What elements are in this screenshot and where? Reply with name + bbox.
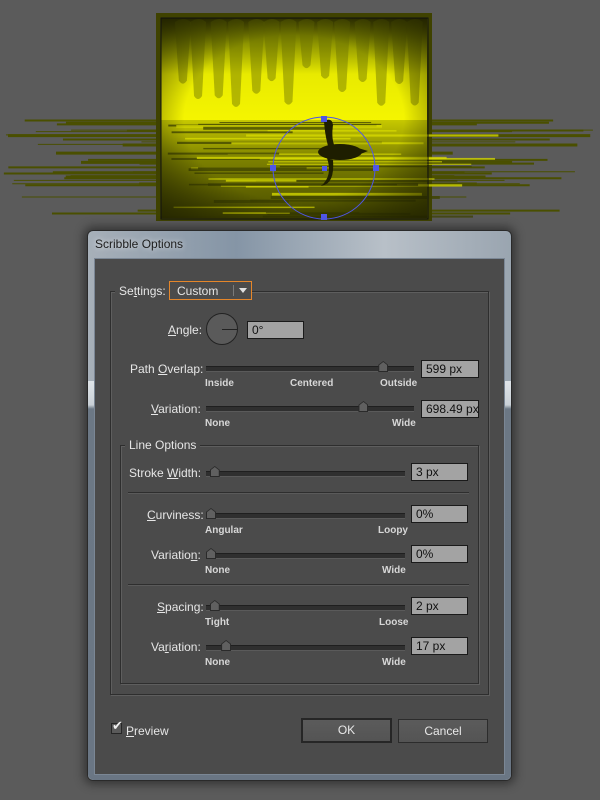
canvas-artwork (3, 13, 593, 221)
spacing-variation-tick-none: None (205, 657, 230, 668)
curviness-variation-tick-none: None (205, 565, 230, 576)
artwork-vignette (161, 18, 427, 218)
curviness-input[interactable]: 0% (411, 505, 468, 523)
overlap-variation-label: Variation: (151, 402, 201, 416)
settings-preset-dropdown[interactable]: Custom (169, 281, 252, 300)
curviness-tick-loopy: Loopy (378, 525, 408, 536)
path-overlap-tick-outside: Outside (380, 378, 418, 389)
angle-dial-needle (222, 329, 237, 330)
settings-preset-value: Custom (177, 284, 219, 298)
preview-label[interactable]: Preview (126, 724, 169, 738)
spacing-tick-loose: Loose (379, 617, 409, 628)
stroke-width-input[interactable]: 3 px (411, 463, 468, 481)
stroke-width-label: Stroke Width: (129, 466, 202, 480)
angle-input[interactable]: 0° (247, 321, 304, 339)
curviness-variation-input[interactable]: 0% (411, 545, 468, 563)
anchor-point-right[interactable] (373, 165, 379, 171)
curviness-label: Curviness: (147, 508, 204, 522)
anchor-point-top[interactable] (321, 116, 327, 122)
spacing-variation-slider[interactable] (206, 640, 405, 651)
center-point[interactable] (322, 166, 327, 171)
spacing-input[interactable]: 2 px (411, 597, 468, 615)
angle-label: Angle: (168, 323, 203, 337)
curviness-variation-tick-wide: Wide (382, 565, 406, 576)
dialog-title: Scribble Options (95, 237, 184, 251)
slider-thumb-face (207, 549, 215, 558)
separator (128, 492, 469, 494)
spacing-tick-tight: Tight (205, 617, 230, 628)
chevron-down-icon (239, 288, 247, 293)
spacing-variation-input[interactable]: 17 px (411, 637, 468, 655)
angle-dial[interactable] (206, 313, 238, 345)
spacing-variation-label: Variation: (151, 640, 201, 654)
spacing-variation-tick-wide: Wide (382, 657, 406, 668)
curviness-variation-slider[interactable] (206, 548, 405, 559)
overlap-variation-slider[interactable] (206, 401, 414, 412)
slider-thumb-face (359, 402, 368, 411)
path-overlap-slider[interactable] (206, 361, 414, 372)
path-overlap-tick-centered: Centered (290, 378, 334, 389)
slider-thumb-face (379, 362, 388, 371)
cancel-button[interactable]: Cancel (398, 719, 488, 743)
path-overlap-tick-inside: Inside (205, 378, 234, 389)
curviness-slider[interactable] (206, 508, 405, 519)
spacing-label: Spacing: (157, 600, 204, 614)
slider-thumb-face (207, 509, 215, 518)
dropdown-divider (233, 285, 234, 296)
overlap-variation-input[interactable]: 698.49 px (421, 400, 479, 418)
spacing-slider[interactable] (206, 600, 405, 611)
separator (128, 584, 469, 586)
preview-checkbox[interactable]: ✔ (111, 719, 123, 734)
overlap-variation-tick-wide: Wide (392, 418, 416, 429)
path-overlap-label: Path Overlap: (130, 362, 204, 376)
curviness-variation-label: Variation: (151, 548, 201, 562)
settings-label: Settings: (115, 284, 170, 298)
anchor-point-left[interactable] (270, 165, 276, 171)
slider-thumb-face (210, 601, 219, 610)
slider-thumb-face (222, 641, 231, 650)
path-overlap-input[interactable]: 599 px (421, 360, 479, 378)
slider-thumb-face (210, 467, 219, 476)
anchor-point-bottom[interactable] (321, 214, 327, 220)
line-options-legend: Line Options (125, 438, 201, 452)
curviness-tick-angular: Angular (205, 525, 243, 536)
checkmark-icon: ✔ (112, 718, 123, 733)
stroke-width-slider[interactable] (206, 466, 405, 477)
ok-button[interactable]: OK (301, 718, 392, 743)
overlap-variation-tick-none: None (205, 418, 230, 429)
dialog-titlebar[interactable]: Scribble Options (88, 231, 511, 258)
